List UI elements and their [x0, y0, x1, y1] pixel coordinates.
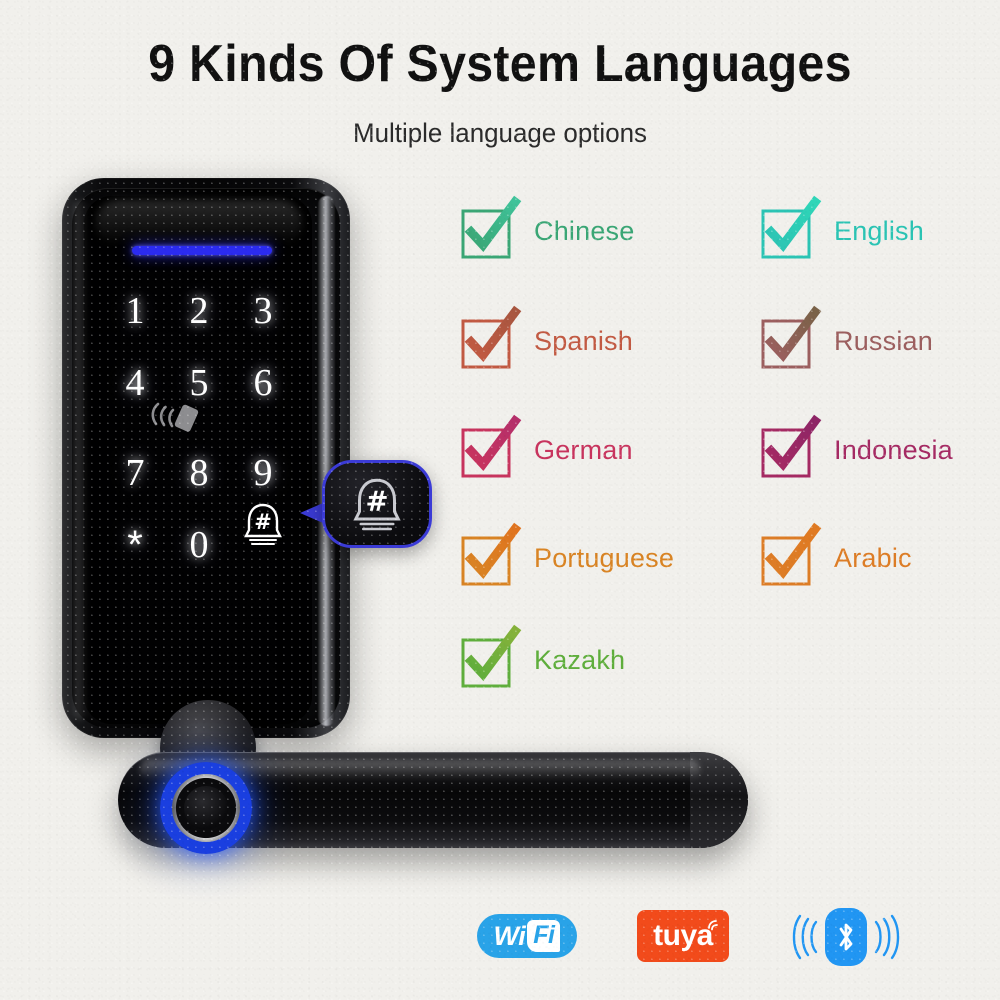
keypad-key-7[interactable]: 7: [104, 444, 166, 502]
language-item[interactable]: Russian: [761, 305, 933, 369]
checkbox-checked-icon[interactable]: [761, 522, 822, 586]
connectivity-badges: Wi Fi tuya: [0, 900, 1000, 980]
language-item[interactable]: Kazakh: [461, 624, 626, 688]
bluetooth-badge: [786, 906, 906, 968]
language-item[interactable]: Indonesia: [761, 414, 953, 478]
language-label: Indonesia: [834, 434, 953, 465]
checkbox-checked-icon[interactable]: [761, 305, 822, 369]
rfid-card-icon: [150, 400, 204, 434]
language-label: Russian: [834, 325, 933, 356]
wifi-badge-suffix: Fi: [533, 921, 555, 949]
doorbell-hash-icon: #: [353, 478, 401, 531]
language-item[interactable]: Portuguese: [461, 522, 675, 586]
checkbox-checked-icon[interactable]: [461, 305, 522, 369]
checkbox-checked-icon[interactable]: [761, 414, 822, 478]
status-indicator-bar: [132, 246, 272, 255]
fingerprint-reader-icon[interactable]: [184, 786, 228, 830]
lock-right-chrome-edge: [318, 196, 335, 726]
checkbox-checked-icon[interactable]: [461, 522, 522, 586]
keypad-key-1[interactable]: 1: [104, 282, 166, 340]
language-label: Portuguese: [534, 542, 675, 573]
language-label: German: [534, 434, 633, 465]
language-item[interactable]: German: [461, 414, 633, 478]
language-item[interactable]: English: [761, 195, 924, 259]
lock-left-highlight: [74, 200, 88, 720]
lock-top-sheen: [96, 200, 302, 246]
doorbell-callout: #: [322, 460, 432, 548]
keypad-key-2[interactable]: 2: [168, 282, 230, 340]
language-label: English: [834, 215, 924, 246]
tuya-signal-icon: [708, 920, 718, 931]
keypad-key-star[interactable]: *: [104, 516, 166, 574]
language-label: Chinese: [534, 215, 635, 246]
keypad-key-6[interactable]: 6: [232, 354, 294, 412]
svg-text:#: #: [365, 485, 388, 517]
language-label: Spanish: [534, 325, 633, 356]
keypad-key-8[interactable]: 8: [168, 444, 230, 502]
language-item[interactable]: Arabic: [761, 522, 912, 586]
wifi-badge-suffix-box: Fi: [527, 920, 561, 952]
page-subtitle: Multiple language options: [353, 118, 647, 148]
language-label: Kazakh: [534, 644, 626, 675]
keypad-key-9[interactable]: 9: [232, 444, 294, 502]
wifi-badge-prefix: Wi: [493, 920, 526, 951]
page-title: 9 Kinds Of System Languages: [148, 35, 852, 93]
checkbox-checked-icon[interactable]: [461, 414, 522, 478]
language-label: Arabic: [834, 542, 912, 573]
checkbox-checked-icon[interactable]: [761, 195, 822, 259]
language-item[interactable]: Spanish: [461, 305, 633, 369]
bluetooth-icon: [825, 908, 867, 966]
svg-text:#: #: [254, 510, 272, 534]
keypad-key-3[interactable]: 3: [232, 282, 294, 340]
language-item[interactable]: Chinese: [461, 195, 635, 259]
keypad-key-doorbell[interactable]: #: [240, 500, 286, 548]
checkbox-checked-icon[interactable]: [461, 195, 522, 259]
checkbox-checked-icon[interactable]: [461, 624, 522, 688]
wifi-badge: Wi Fi: [477, 914, 577, 958]
keypad-key-0[interactable]: 0: [168, 516, 230, 574]
tuya-badge: tuya: [637, 910, 729, 962]
product-image: 1 2 3 4 5 6 7 8 9 * 0 # #: [0, 0, 1000, 1000]
